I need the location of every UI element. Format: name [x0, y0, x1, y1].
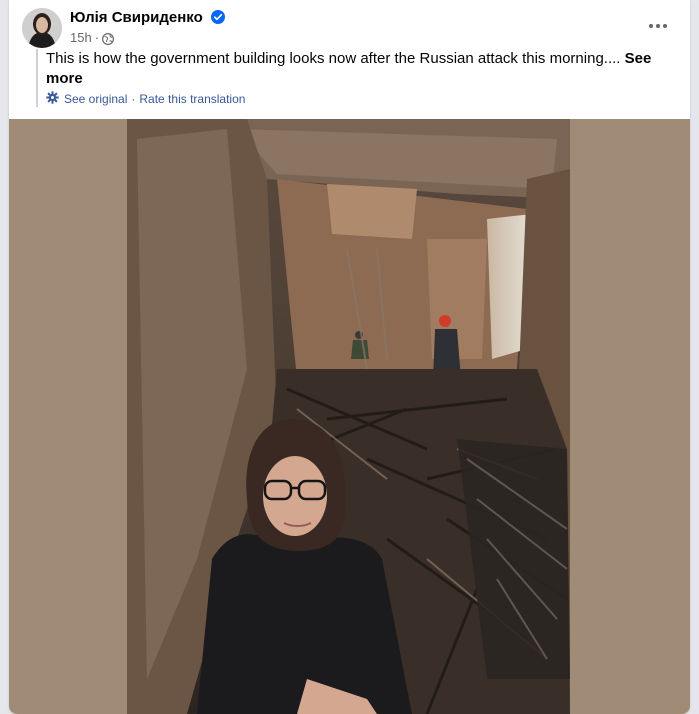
post-timestamp[interactable]: 15h [70, 30, 92, 45]
see-original-link[interactable]: See original [64, 92, 127, 106]
meta-separator: · [94, 30, 100, 45]
rate-translation-link[interactable]: Rate this translation [139, 92, 245, 106]
feed-post: Юлія Свириденко 15h · This is how the go… [9, 0, 690, 714]
avatar-image [22, 8, 62, 48]
more-options-button[interactable] [640, 12, 676, 40]
verified-badge-icon [210, 10, 225, 28]
post-photo-container[interactable] [9, 119, 690, 714]
links-separator: · [131, 92, 136, 106]
translation-links: See original · Rate this translation [46, 91, 686, 107]
more-options-icon [649, 24, 667, 28]
post-body-text: This is how the government building look… [46, 50, 621, 67]
author-name[interactable]: Юлія Свириденко [70, 9, 203, 26]
globe-icon[interactable] [102, 32, 115, 48]
translated-post-text: This is how the government building look… [36, 49, 686, 107]
post-header: Юлія Свириденко 15h · [9, 0, 690, 52]
translate-settings-icon[interactable] [46, 91, 59, 107]
author-avatar[interactable] [22, 8, 62, 48]
post-photo [127, 119, 570, 714]
